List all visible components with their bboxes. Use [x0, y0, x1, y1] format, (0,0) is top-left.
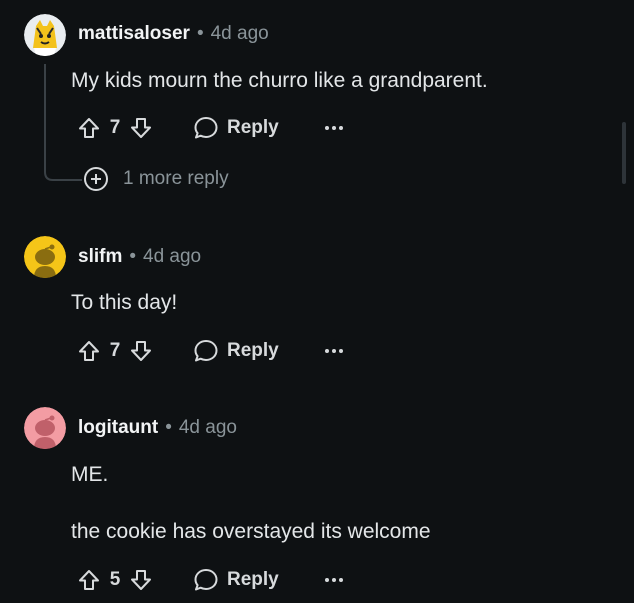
plus-circle-icon: [84, 167, 108, 191]
meta-separator: •: [196, 23, 204, 44]
reply-button[interactable]: Reply: [193, 115, 279, 141]
comment-thread: mattisaloser • 4d ago My kids mourn the ch…: [0, 0, 634, 603]
more-options-icon[interactable]: [319, 113, 349, 143]
avatar[interactable]: [24, 14, 66, 56]
timestamp: 4d ago: [178, 417, 237, 438]
comment-actions: 7 Reply: [71, 333, 349, 369]
comment-meta: slifm • 4d ago: [78, 246, 201, 268]
comment-meta: mattisaloser • 4d ago: [78, 23, 269, 45]
avatar[interactable]: [24, 236, 66, 278]
more-replies-label: 1 more reply: [123, 168, 229, 189]
comment-body: ME.: [71, 463, 109, 486]
vote-count: 5: [109, 569, 121, 590]
reply-button[interactable]: Reply: [193, 338, 279, 364]
reply-button[interactable]: Reply: [193, 567, 279, 593]
downvote-icon[interactable]: [123, 562, 159, 598]
timestamp: 4d ago: [143, 246, 202, 267]
downvote-icon[interactable]: [123, 110, 159, 146]
author-name[interactable]: mattisaloser: [78, 23, 190, 44]
comment-meta: logitaunt • 4d ago: [78, 417, 237, 439]
more-options-icon[interactable]: [319, 565, 349, 595]
author-name[interactable]: logitaunt: [78, 417, 158, 438]
reply-bubble-icon: [194, 569, 218, 591]
comment-body: My kids mourn the churro like a grandpar…: [71, 69, 488, 92]
vote-controls: 7: [71, 333, 159, 369]
more-options-icon[interactable]: [319, 336, 349, 366]
meta-separator: •: [165, 417, 172, 438]
reply-label: Reply: [227, 340, 279, 361]
comment-actions: 5 Reply: [71, 562, 349, 598]
vote-controls: 5: [71, 562, 159, 598]
comment-body: the cookie has overstayed its welcome: [71, 520, 431, 543]
author-name[interactable]: slifm: [78, 246, 122, 267]
reply-bubble-icon: [194, 117, 218, 139]
thread-line-curve: [44, 160, 82, 181]
reply-label: Reply: [227, 569, 279, 590]
meta-separator: •: [129, 246, 137, 267]
more-replies-button[interactable]: 1 more reply: [83, 166, 229, 192]
scrollbar[interactable]: [622, 122, 626, 184]
downvote-icon[interactable]: [123, 333, 159, 369]
thread-line: [44, 64, 46, 168]
comment-body: To this day!: [71, 291, 178, 314]
upvote-icon[interactable]: [71, 562, 107, 598]
vote-count: 7: [109, 117, 121, 138]
reply-bubble-icon: [194, 340, 218, 362]
upvote-icon[interactable]: [71, 333, 107, 369]
vote-controls: 7: [71, 110, 159, 146]
comment-actions: 7 Reply: [71, 110, 349, 146]
avatar[interactable]: [24, 407, 66, 449]
upvote-icon[interactable]: [71, 110, 107, 146]
reply-label: Reply: [227, 117, 279, 138]
vote-count: 7: [109, 340, 121, 361]
timestamp: 4d ago: [210, 23, 269, 44]
